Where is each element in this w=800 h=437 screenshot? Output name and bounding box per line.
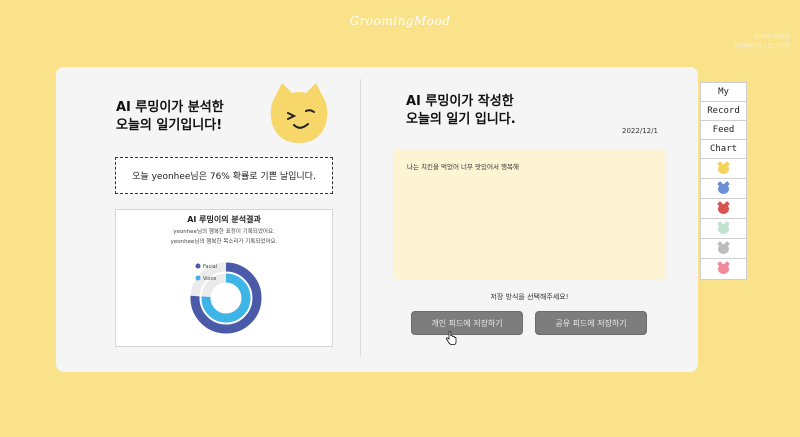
- pink-cat-icon: [718, 264, 729, 274]
- nav-item-record[interactable]: Record: [701, 102, 746, 121]
- app-brand[interactable]: GroomingMood: [0, 14, 800, 28]
- nav-item-feed[interactable]: Feed: [701, 121, 746, 140]
- nav-mood-green[interactable]: [701, 219, 746, 239]
- yellow-cat-icon: [718, 163, 729, 174]
- nav-mood-red[interactable]: [701, 199, 746, 219]
- analysis-line-1: yeonhee님의 행복한 표정이 기록되었어요.: [173, 229, 275, 235]
- green-cat-icon: [718, 223, 729, 234]
- emotion-result-box: 오늘 yeonhee님은 76% 확률로 기쁜 날입니다.: [115, 157, 333, 194]
- nav-item-my[interactable]: My: [701, 83, 746, 102]
- user-links[interactable]: 마이페이지 | 로그아웃: [734, 42, 790, 52]
- analysis-title: AI 루밍이의 분석결과: [187, 215, 261, 224]
- emotion-donut-chart: Facial Voice: [190, 262, 262, 334]
- gray-cat-icon: [718, 243, 729, 254]
- hand-cursor-icon: [445, 331, 457, 345]
- right-title: AI 루밍이가 작성한 오늘의 일기 입니다.: [406, 93, 516, 129]
- main-card: AI 루밍이가 분석한 오늘의 일기입니다! 오늘 yeonhee님은 76% …: [56, 67, 698, 372]
- legend-dot-facial: [195, 263, 201, 269]
- nav-mood-yellow[interactable]: [701, 159, 746, 179]
- save-personal-feed-button[interactable]: 개인 피드에 저장하기: [411, 311, 523, 335]
- save-prompt: 저장 방식을 선택해주세요!: [490, 293, 569, 301]
- user-info: Guest 회원님 마이페이지 | 로그아웃: [734, 32, 790, 52]
- user-greeting: Guest 회원님: [753, 33, 790, 40]
- diary-date: 2022/12/1: [622, 127, 658, 135]
- analysis-panel: AI 루밍이의 분석결과 yeonhee님의 행복한 표정이 기록되었어요. y…: [115, 209, 333, 347]
- mascot-cat-icon: [270, 83, 328, 143]
- side-nav: My Record Feed Chart: [700, 82, 747, 280]
- right-title-line1: AI 루밍이가 작성한: [406, 94, 514, 109]
- diary-text-area[interactable]: 나는 치킨을 먹었어 너무 맛있어서 행복해: [393, 149, 666, 279]
- nav-item-chart[interactable]: Chart: [701, 140, 746, 159]
- legend-label-voice: Voice: [203, 276, 216, 282]
- right-title-line2: 오늘의 일기 입니다.: [406, 112, 516, 127]
- analysis-line-2: yeonhee님의 행복한 목소리가 기록되었어요.: [170, 239, 278, 245]
- red-cat-icon: [718, 203, 729, 214]
- legend-label-facial: Facial: [203, 264, 217, 270]
- left-title-line1: AI 루밍이가 분석한: [116, 100, 224, 115]
- left-title: AI 루밍이가 분석한 오늘의 일기입니다!: [116, 99, 224, 135]
- blue-cat-icon: [718, 183, 729, 194]
- nav-mood-gray[interactable]: [701, 239, 746, 259]
- center-divider: [360, 79, 361, 357]
- legend-dot-voice: [195, 275, 201, 281]
- save-shared-feed-button[interactable]: 공유 피드에 저장하기: [535, 311, 647, 335]
- nav-mood-pink[interactable]: [701, 259, 746, 279]
- left-title-line2: 오늘의 일기입니다!: [116, 118, 223, 133]
- nav-mood-blue[interactable]: [701, 179, 746, 199]
